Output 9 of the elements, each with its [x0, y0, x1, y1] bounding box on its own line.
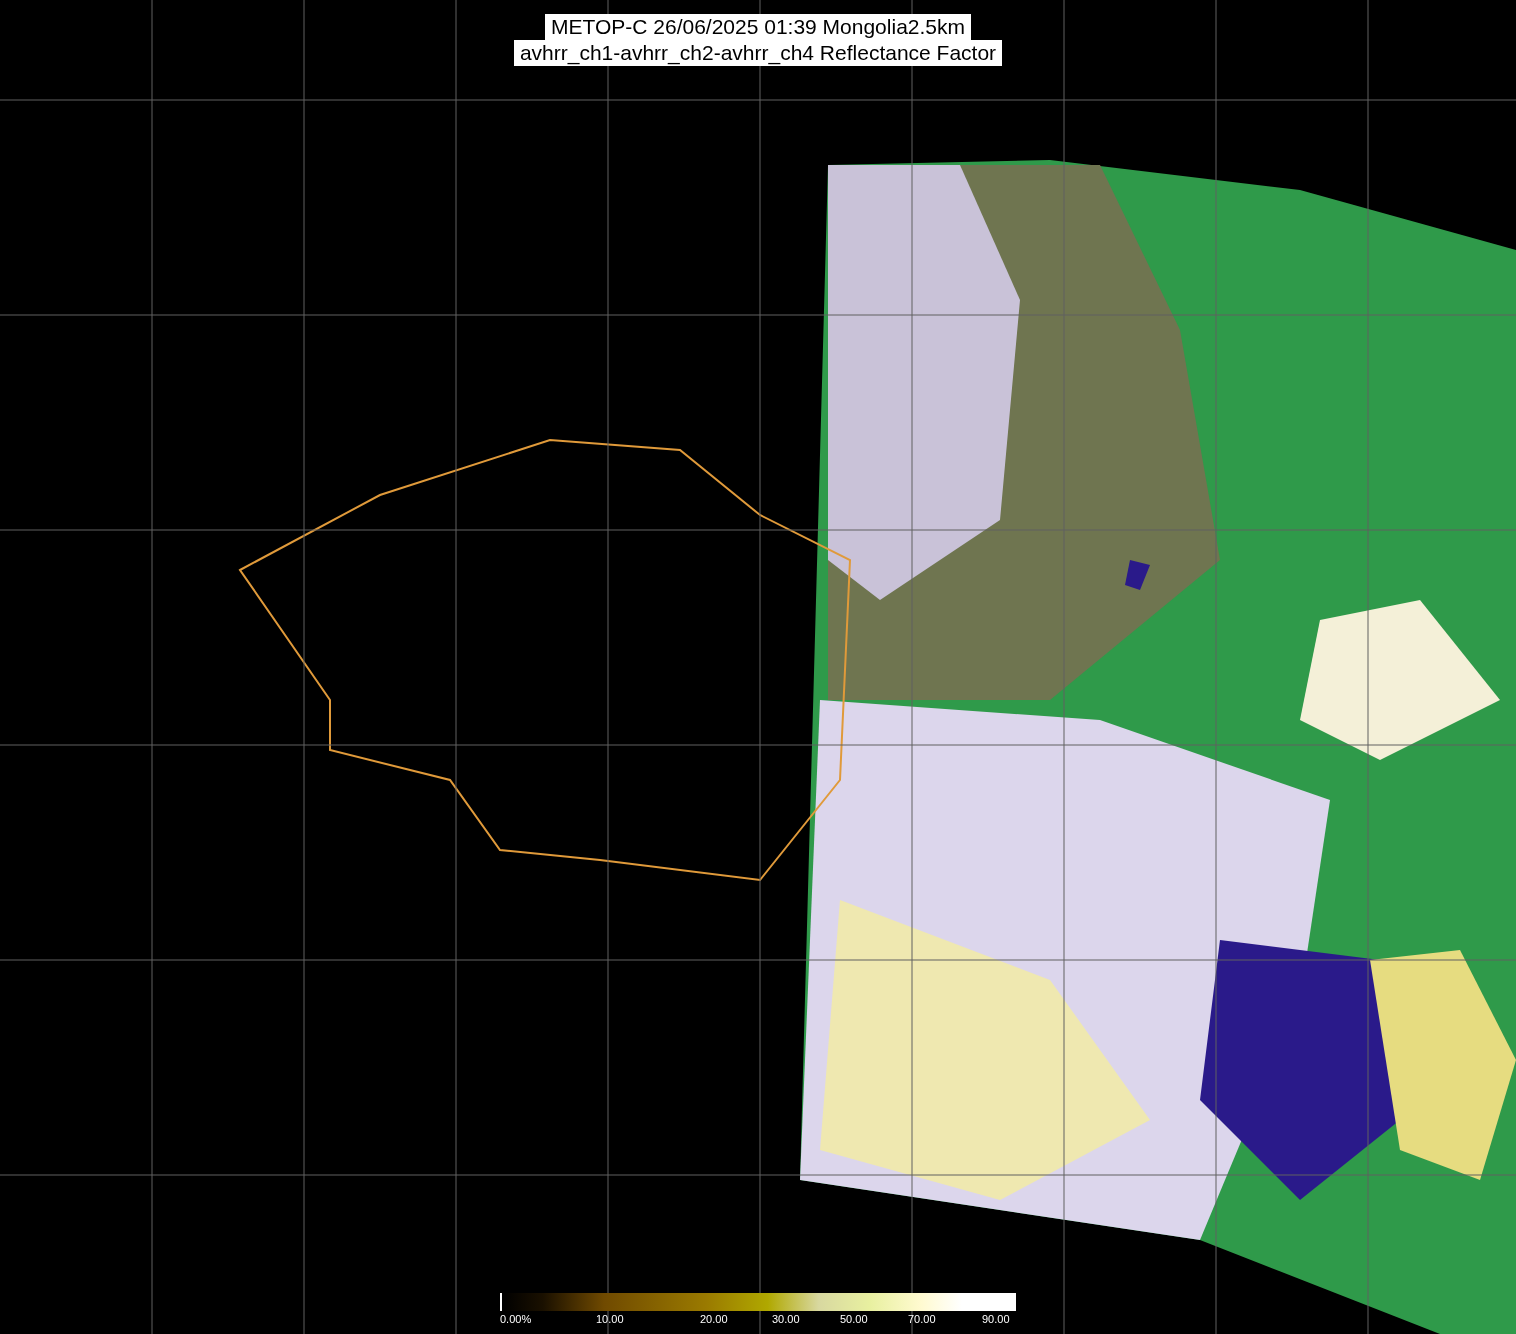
colorbar-label: 90.00	[982, 1312, 1011, 1326]
image-title: METOP-C 26/06/2025 01:39 Mongolia2.5km	[545, 14, 971, 40]
colorbar-label: 20.00	[700, 1312, 729, 1326]
colorbar-label: 70.00	[908, 1312, 937, 1326]
colorbar-label: 10.00	[596, 1312, 625, 1326]
colorbar-label: 50.00	[840, 1312, 869, 1326]
image-title: avhrr_ch1-avhrr_ch2-avhrr_ch4 Reflectance Factor	[513, 40, 1003, 66]
colorbar-label: 30.00	[772, 1312, 801, 1326]
colorbar-label: 0.00%	[500, 1312, 533, 1326]
